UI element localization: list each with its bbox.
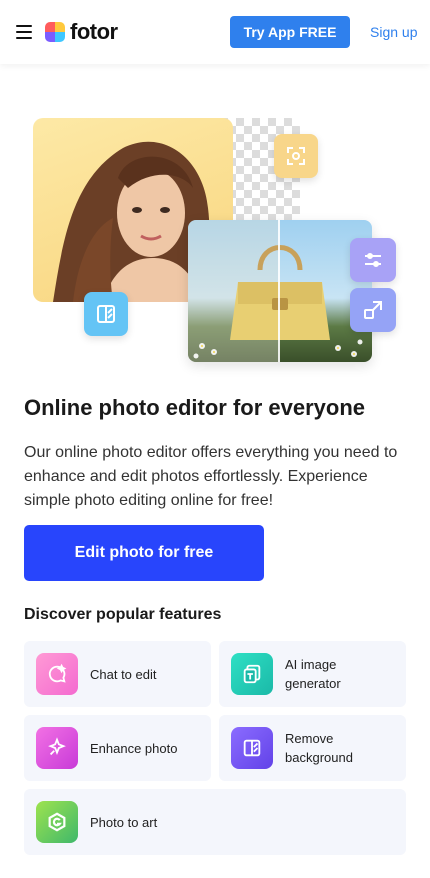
photo-art-icon [36,801,78,843]
handbag-before-after-image [188,220,372,362]
compare-icon [84,292,128,336]
edit-photo-button[interactable]: Edit photo for free [24,525,264,581]
ai-image-icon [231,653,273,695]
before-after-divider [278,220,280,362]
features-heading: Discover popular features [24,606,222,623]
chat-edit-icon [36,653,78,695]
page-title: Online photo editor for everyone [24,395,366,420]
page-description: Our online photo editor offers everythin… [24,444,398,509]
fotor-logo-icon [45,22,65,42]
top-navbar: fotor Try App FREE Sign up [0,0,430,64]
crop-focus-icon [274,134,318,178]
logo-text: fotor [70,19,118,44]
feature-ai-image-generator[interactable]: AI image generator [219,641,406,707]
hamburger-menu-icon[interactable] [16,25,32,40]
feature-label: Photo to art [90,814,158,830]
feature-enhance-photo[interactable]: Enhance photo [24,715,211,781]
feature-label: Enhance photo [90,740,178,756]
feature-photo-to-art[interactable]: Photo to art [24,789,406,855]
resize-icon [350,288,396,332]
remove-bg-icon [231,727,273,769]
enhance-sparkle-icon [36,727,78,769]
hero-illustration [0,100,430,370]
feature-chat-to-edit[interactable]: Chat to edit [24,641,211,707]
fotor-logo[interactable]: fotor [45,19,118,45]
try-app-free-button[interactable]: Try App FREE [230,16,350,48]
feature-label: AI image generator [285,657,341,691]
sliders-icon [350,238,396,282]
feature-remove-background[interactable]: Remove background [219,715,406,781]
sign-up-link[interactable]: Sign up [370,24,417,40]
feature-label: Chat to edit [90,666,157,682]
feature-label: Remove background [285,731,353,765]
